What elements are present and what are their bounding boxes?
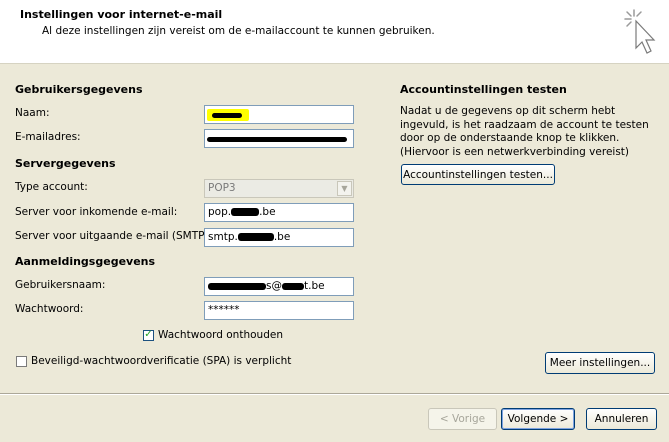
test-account-button[interactable]: Accountinstellingen testen... xyxy=(401,164,555,185)
account-type-label: Type account: xyxy=(15,181,88,193)
incoming-server-suffix: .be xyxy=(259,206,276,218)
remember-password-option[interactable]: ✓ Wachtwoord onthouden xyxy=(143,329,283,341)
login-info-heading: Aanmeldingsgegevens xyxy=(15,255,156,268)
password-label: Wachtwoord: xyxy=(15,303,84,315)
next-button[interactable]: Volgende > xyxy=(501,408,575,430)
spa-label: Beveiligd-wachtwoordverificatie (SPA) is… xyxy=(31,355,292,367)
bottom-separator xyxy=(0,393,669,395)
cancel-button[interactable]: Annuleren xyxy=(586,408,657,430)
email-label: E-mailadres: xyxy=(15,131,81,143)
password-field[interactable]: ****** xyxy=(204,301,354,320)
remember-password-checkbox[interactable]: ✓ xyxy=(143,329,154,341)
incoming-server-prefix: pop. xyxy=(208,206,232,218)
email-field[interactable] xyxy=(204,129,354,148)
name-label: Naam: xyxy=(15,107,50,119)
chevron-down-icon: ▼ xyxy=(337,181,352,196)
outgoing-server-prefix: smtp. xyxy=(208,231,238,243)
username-suffix: t.be xyxy=(303,280,325,292)
account-type-value: POP3 xyxy=(208,182,236,194)
outgoing-server-label: Server voor uitgaande e-mail (SMTP): xyxy=(15,230,213,242)
username-label: Gebruikersnaam: xyxy=(15,279,106,291)
page-title: Instellingen voor internet-e-mail xyxy=(20,8,223,21)
name-field[interactable] xyxy=(204,105,354,124)
click-cursor-icon xyxy=(624,9,656,54)
remember-password-label: Wachtwoord onthouden xyxy=(158,329,283,341)
test-description: Nadat u de gegevens op dit scherm hebt i… xyxy=(400,105,649,158)
test-heading: Accountinstellingen testen xyxy=(400,83,567,96)
page-subtitle: Al deze instellingen zijn vereist om de … xyxy=(42,25,435,37)
outgoing-server-suffix: .be xyxy=(273,231,291,243)
back-button[interactable]: < Vorige xyxy=(428,408,497,430)
outgoing-server-field[interactable]: smtp. .be xyxy=(204,228,354,247)
account-type-select: POP3 ▼ xyxy=(204,179,354,198)
more-settings-button[interactable]: Meer instellingen... xyxy=(545,352,655,374)
username-middle: s@ xyxy=(266,280,282,292)
incoming-server-label: Server voor inkomende e-mail: xyxy=(15,206,178,218)
outgoing-redaction xyxy=(237,233,274,241)
spa-checkbox[interactable] xyxy=(16,355,27,367)
name-redaction xyxy=(212,113,242,118)
incoming-redaction xyxy=(231,208,260,216)
incoming-server-field[interactable]: pop. .be xyxy=(204,203,354,222)
email-redaction xyxy=(207,137,347,142)
user-info-heading: Gebruikersgegevens xyxy=(15,83,143,96)
spa-option[interactable]: Beveiligd-wachtwoordverificatie (SPA) is… xyxy=(16,355,291,367)
username-redaction-2 xyxy=(281,282,304,290)
username-redaction-1 xyxy=(208,282,266,290)
password-value: ****** xyxy=(208,304,240,316)
server-info-heading: Servergegevens xyxy=(15,157,116,170)
username-field[interactable]: s@ t.be xyxy=(204,277,354,296)
